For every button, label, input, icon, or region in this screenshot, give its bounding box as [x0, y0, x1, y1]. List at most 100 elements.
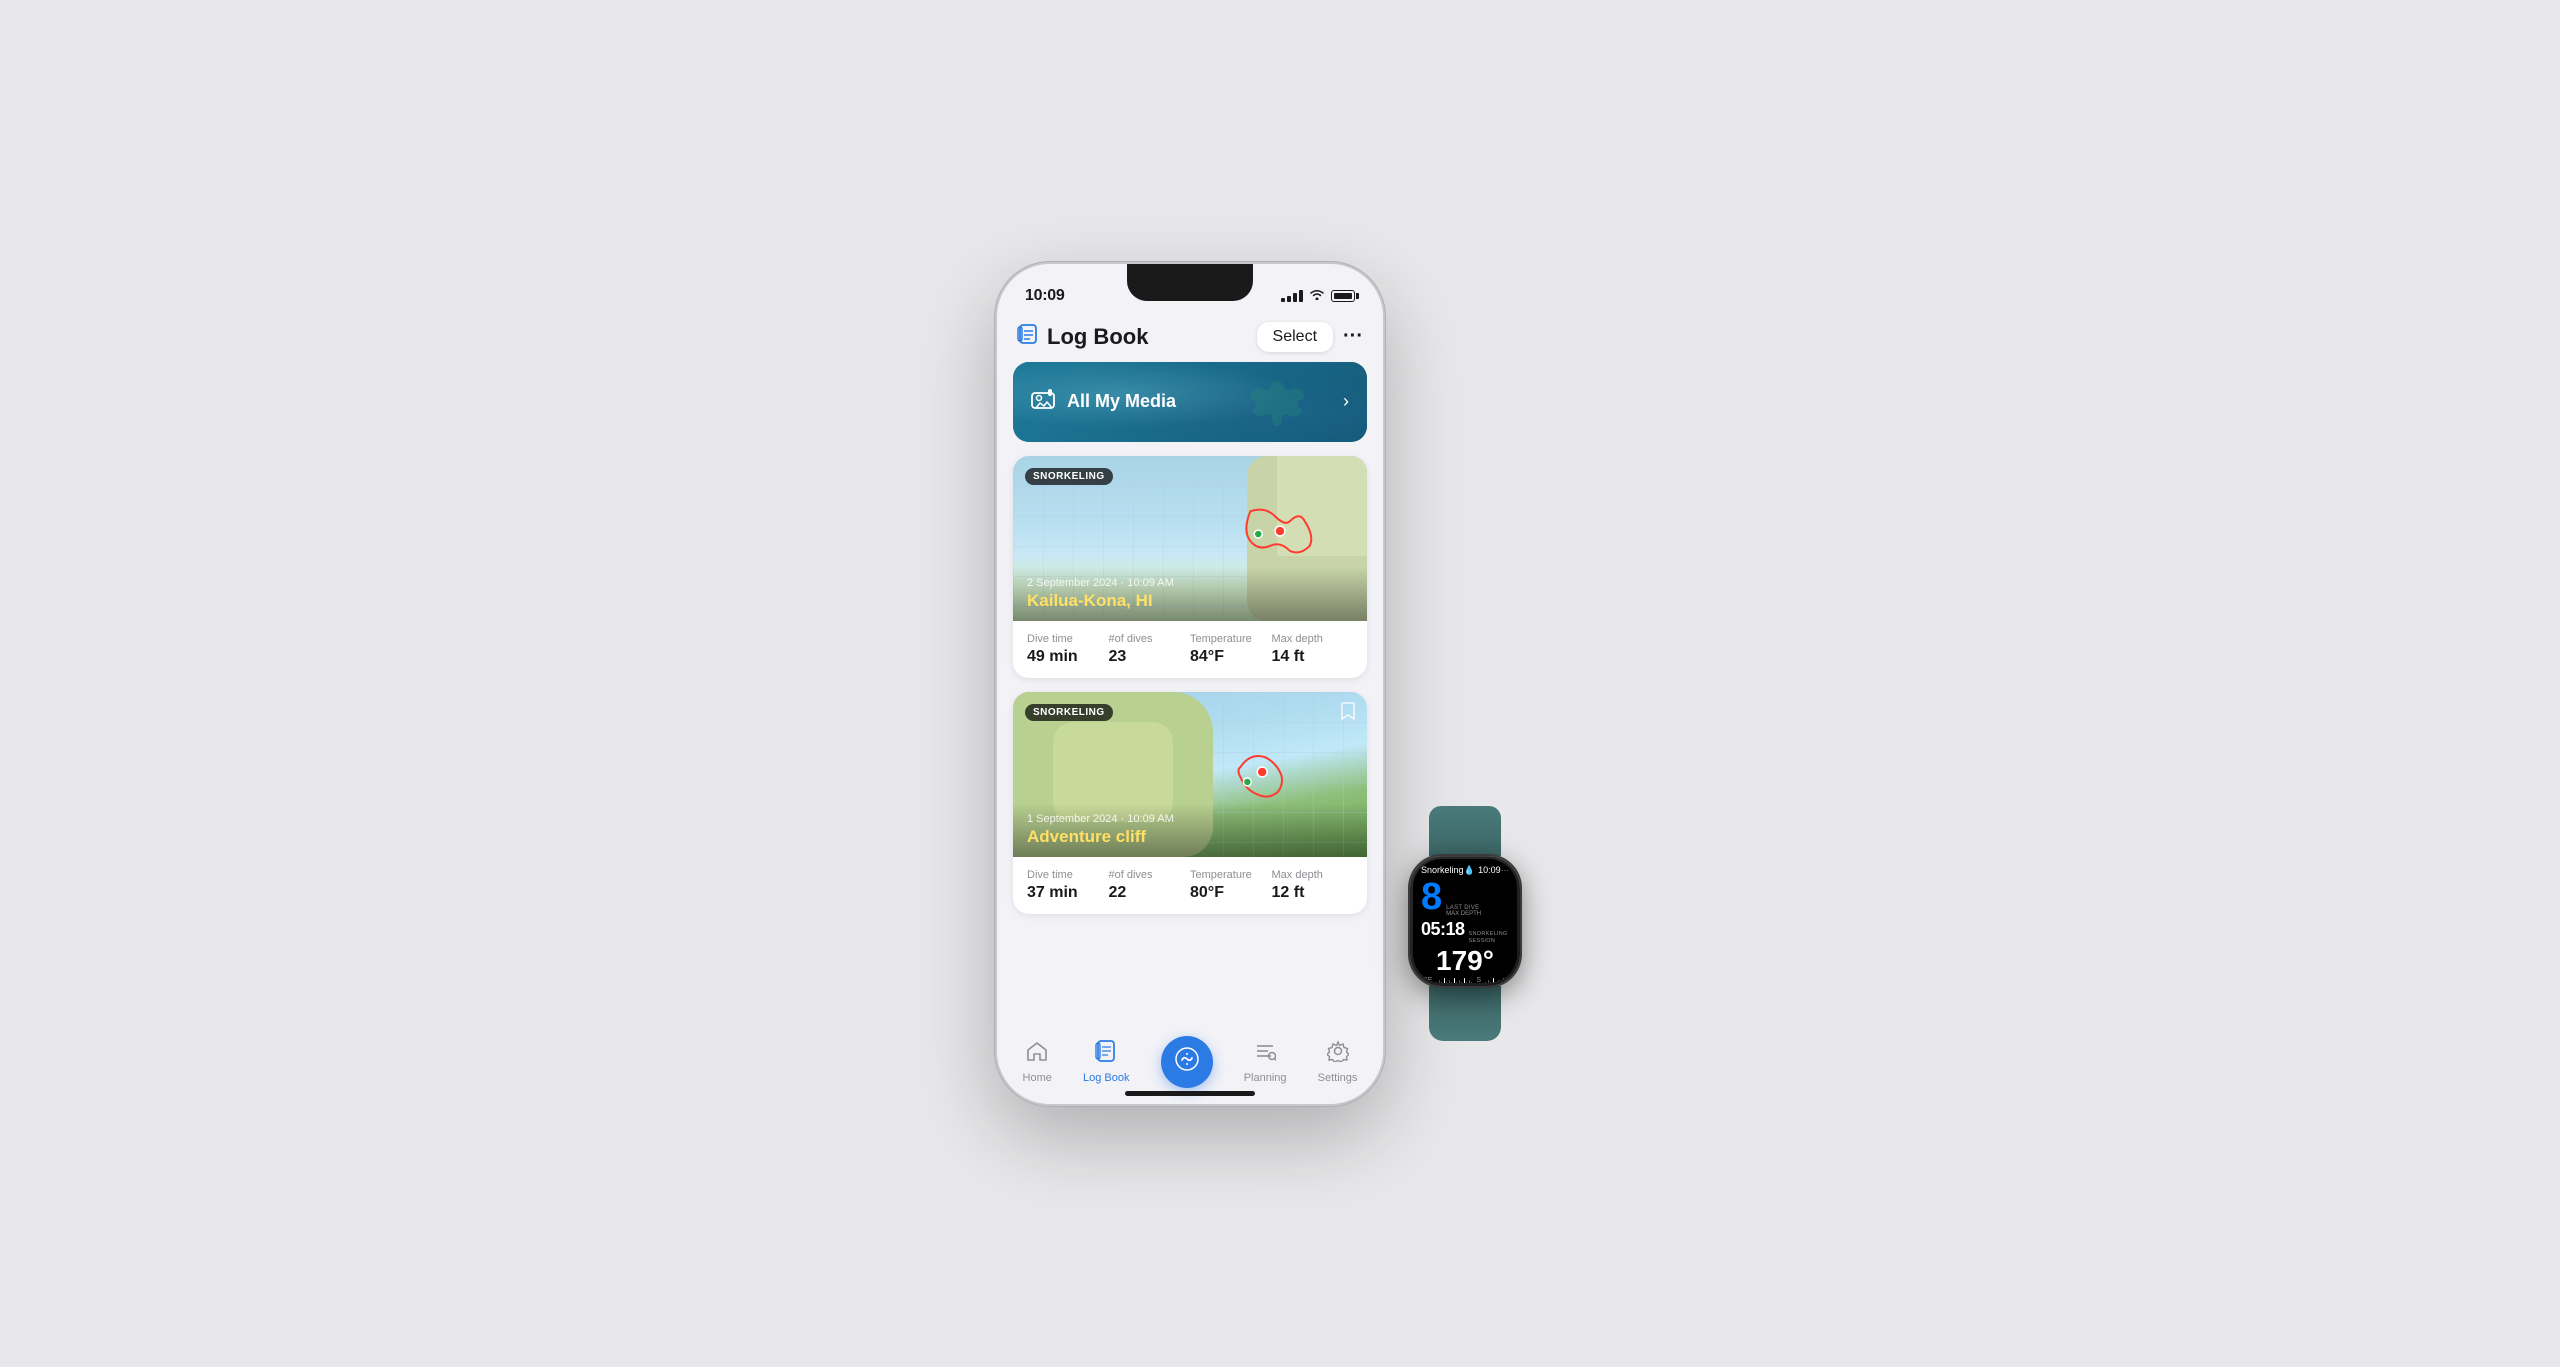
scene: 10:09 [995, 262, 1565, 1106]
watch-body: Snorkeling 💧 10:09 ⋯ 8 LAST DIVE MAX DEP… [1410, 856, 1520, 986]
dives-value-1: 23 [1109, 648, 1191, 666]
logbook-icon [1017, 324, 1039, 349]
watch-depth-display: 8 LAST DIVE MAX DEPTH [1413, 878, 1517, 917]
snorkeling-tag-2: SNORKELING [1025, 704, 1113, 721]
compass-ticks [1436, 976, 1472, 983]
watch-band-top [1429, 806, 1501, 856]
media-label: All My Media [1067, 391, 1176, 412]
watch-more-icon: ⋯ [1501, 866, 1509, 875]
chevron-right-icon: › [1343, 391, 1349, 412]
bottom-nav: Home Log Book [997, 1036, 1383, 1084]
dive-time-stat-1: Dive time 49 min [1027, 633, 1109, 666]
nav-label-home: Home [1023, 1072, 1052, 1084]
dive-time-label-2: Dive time [1027, 869, 1109, 881]
wifi-icon [1309, 288, 1325, 303]
nav-label-settings: Settings [1318, 1072, 1358, 1084]
temp-stat-1: Temperature 84°F [1190, 633, 1272, 666]
compass-se-label: SE [1423, 977, 1432, 982]
dive-time-stat-2: Dive time 37 min [1027, 869, 1109, 902]
select-button[interactable]: Select [1257, 322, 1333, 352]
battery-icon [1331, 290, 1355, 302]
nav-item-planning[interactable]: Planning [1244, 1040, 1287, 1084]
iphone-screen: 10:09 [997, 264, 1383, 1104]
apple-watch-device: Snorkeling 💧 10:09 ⋯ 8 LAST DIVE MAX DEP… [1365, 806, 1565, 1046]
dives-value-2: 22 [1109, 884, 1191, 902]
watch-compass-bar: SE [1413, 975, 1517, 983]
logbook-nav-icon [1095, 1040, 1117, 1068]
watch-heading-display: 179° [1413, 947, 1517, 975]
watch-session-time: 05:18 [1421, 919, 1465, 940]
dive-time-value-1: 49 min [1027, 648, 1109, 666]
nav-item-home[interactable]: Home [1023, 1040, 1052, 1084]
depth-value-1: 14 ft [1272, 648, 1354, 666]
media-banner-content: All My Media › [1013, 389, 1367, 414]
snorkeling-tag-1: SNORKELING [1025, 468, 1113, 485]
header-actions: Select ··· [1257, 322, 1363, 352]
card-location-1: Kailua-Kona, HI [1027, 591, 1353, 611]
compass-sw-label: SW [1515, 977, 1517, 982]
status-time: 10:09 [1025, 287, 1064, 305]
watch-time: 10:09 [1478, 865, 1501, 875]
scroll-content: All My Media › [997, 362, 1383, 914]
card-map-2: SNORKELING 1 September 2024 · 10:09 AM A… [1013, 692, 1367, 857]
compass-ticks-right [1485, 976, 1511, 983]
iphone-device: 10:09 [995, 262, 1385, 1106]
card-map-1: SNORKELING 2 September 2024 · 10:09 AM K… [1013, 456, 1367, 621]
watch-app-name: Snorkeling [1421, 865, 1464, 875]
depth-label-2: Max depth [1272, 869, 1354, 881]
nav-label-logbook: Log Book [1083, 1072, 1129, 1084]
log-card-2[interactable]: SNORKELING 1 September 2024 · 10:09 AM A… [1013, 692, 1367, 914]
home-indicator [1125, 1091, 1255, 1096]
status-icons [1281, 288, 1355, 303]
depth-value-2: 12 ft [1272, 884, 1354, 902]
temp-label-1: Temperature [1190, 633, 1272, 645]
dives-label-1: #of dives [1109, 633, 1191, 645]
card-date-2: 1 September 2024 · 10:09 AM [1027, 813, 1353, 825]
compass-s-label: S [1476, 977, 1481, 982]
signal-icon [1281, 290, 1303, 302]
watch-screen: Snorkeling 💧 10:09 ⋯ 8 LAST DIVE MAX DEP… [1413, 859, 1517, 983]
card-date-1: 2 September 2024 · 10:09 AM [1027, 577, 1353, 589]
dives-stat-2: #of dives 22 [1109, 869, 1191, 902]
temp-value-1: 84°F [1190, 648, 1272, 666]
watch-depth-number: 8 [1421, 878, 1442, 916]
dive-time-label-1: Dive time [1027, 633, 1109, 645]
watch-band-bottom [1429, 986, 1501, 1041]
nav-label-planning: Planning [1244, 1072, 1287, 1084]
nav-item-dive[interactable] [1161, 1036, 1213, 1084]
planning-icon [1254, 1040, 1276, 1068]
app-header: Log Book Select ··· [997, 314, 1383, 362]
dives-label-2: #of dives [1109, 869, 1191, 881]
card-stats-1: Dive time 49 min #of dives 23 Temperatur… [1013, 621, 1367, 678]
page-title: Log Book [1047, 324, 1148, 350]
depth-stat-2: Max depth 12 ft [1272, 869, 1354, 902]
card-stats-2: Dive time 37 min #of dives 22 Temperatur… [1013, 857, 1367, 914]
temp-stat-2: Temperature 80°F [1190, 869, 1272, 902]
watch-session-display: 05:18 SNORKELINGSESSION [1413, 917, 1517, 947]
dive-time-value-2: 37 min [1027, 884, 1109, 902]
nav-item-settings[interactable]: Settings [1318, 1040, 1358, 1084]
bookmark-icon [1341, 702, 1355, 725]
more-button[interactable]: ··· [1343, 325, 1363, 348]
all-my-media-banner[interactable]: All My Media › [1013, 362, 1367, 442]
watch-session-label: SNORKELINGSESSION [1469, 931, 1508, 945]
dives-stat-1: #of dives 23 [1109, 633, 1191, 666]
home-icon [1026, 1040, 1048, 1068]
nav-item-logbook[interactable]: Log Book [1083, 1040, 1129, 1084]
iphone-notch [1127, 264, 1253, 301]
dive-icon [1174, 1046, 1200, 1078]
card-overlay-2: 1 September 2024 · 10:09 AM Adventure cl… [1013, 803, 1367, 857]
depth-stat-1: Max depth 14 ft [1272, 633, 1354, 666]
water-drop-icon: 💧 [1464, 865, 1475, 876]
dive-center-button[interactable] [1161, 1036, 1213, 1088]
card-location-2: Adventure cliff [1027, 827, 1353, 847]
media-icon [1031, 389, 1055, 414]
watch-status-bar: Snorkeling 💧 10:09 ⋯ [1413, 859, 1517, 878]
settings-icon [1327, 1040, 1349, 1068]
header-title-group: Log Book [1017, 324, 1148, 350]
temp-value-2: 80°F [1190, 884, 1272, 902]
card-overlay-1: 2 September 2024 · 10:09 AM Kailua-Kona,… [1013, 567, 1367, 621]
log-card-1[interactable]: SNORKELING 2 September 2024 · 10:09 AM K… [1013, 456, 1367, 678]
depth-label-1: Max depth [1272, 633, 1354, 645]
temp-label-2: Temperature [1190, 869, 1272, 881]
